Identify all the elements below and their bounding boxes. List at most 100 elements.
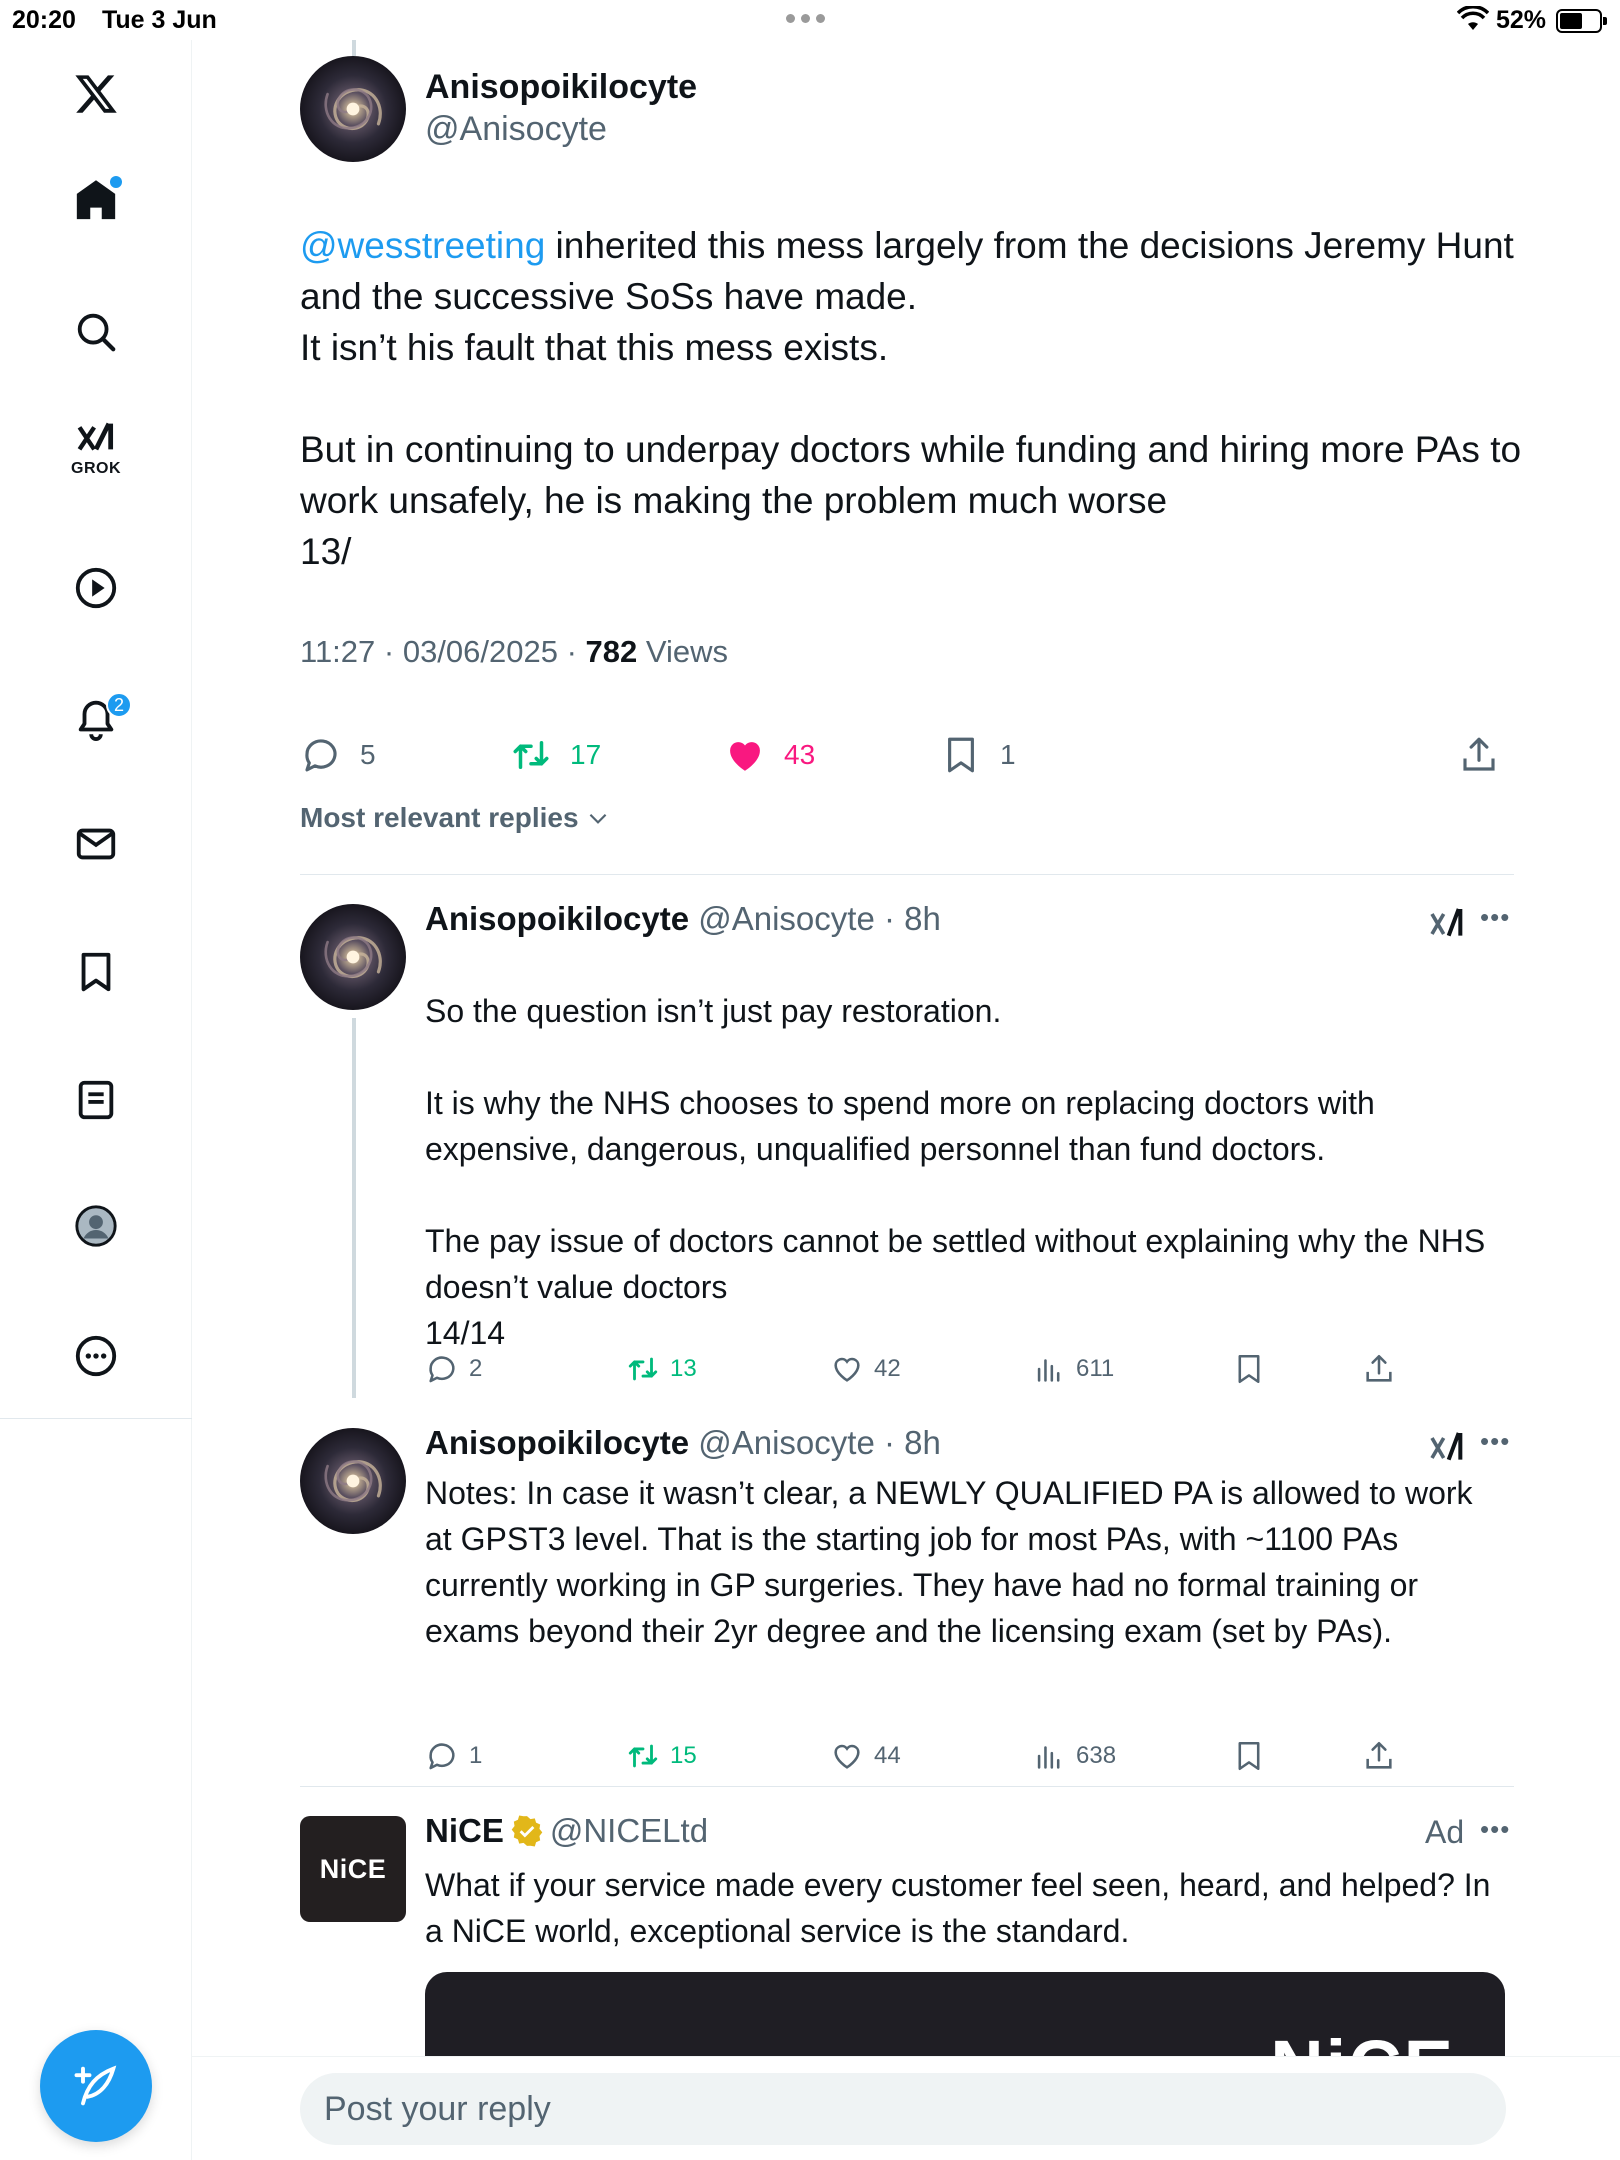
profile-icon	[75, 1205, 117, 1247]
views-count: 638	[1076, 1742, 1117, 1769]
heart-filled-icon	[730, 742, 760, 771]
sidebar-divider	[0, 1418, 192, 1419]
galaxy-image	[324, 1460, 382, 1502]
search-icon	[77, 313, 116, 352]
views-button[interactable]: 611	[1032, 1352, 1114, 1386]
notification-badge: 2	[106, 692, 132, 718]
like-button[interactable]: 43	[724, 734, 815, 776]
status-bar: 20:20 Tue 3 Jun 52%	[0, 0, 1620, 40]
analytics-icon	[1037, 1359, 1060, 1382]
like-count: 43	[784, 739, 816, 770]
share-button[interactable]	[1458, 734, 1518, 776]
grok-icon	[77, 422, 114, 451]
avatar[interactable]	[300, 56, 406, 162]
advertiser-handle[interactable]: @NICELtd	[550, 1812, 708, 1849]
avatar[interactable]	[300, 1428, 406, 1534]
views-label: Views	[637, 634, 729, 669]
more-options-button[interactable]: •••	[1480, 902, 1510, 933]
nav-notifications[interactable]: 2	[66, 688, 132, 748]
verified-badge-icon	[511, 1815, 543, 1847]
heart-icon	[834, 1357, 860, 1382]
repost-count: 17	[570, 739, 602, 770]
grok-icon[interactable]	[1427, 1428, 1467, 1468]
author-handle-time[interactable]: @Anisocyte · 8h	[689, 900, 941, 937]
thread-line	[352, 1018, 356, 1398]
x-logo-icon[interactable]	[66, 64, 126, 124]
reply-bar: Post your reply	[192, 2056, 1620, 2160]
share-button[interactable]	[1362, 1739, 1406, 1773]
chevron-down-icon	[589, 813, 606, 824]
multitasking-dots[interactable]	[786, 14, 825, 23]
nav-explore[interactable]	[66, 302, 126, 362]
tweet-actions: 5 17 43 1	[300, 730, 1510, 780]
like-button[interactable]: 42	[830, 1352, 901, 1386]
like-button[interactable]: 44	[830, 1739, 901, 1773]
advertiser-logo[interactable]: NiCE	[300, 1816, 406, 1922]
reply-button[interactable]: 2	[425, 1352, 482, 1386]
repost-button[interactable]: 17	[510, 734, 601, 776]
advertiser-name[interactable]: NiCE	[425, 1812, 504, 1849]
reply-count: 2	[469, 1355, 483, 1382]
bookmark-button[interactable]	[1232, 1739, 1276, 1773]
tweet-timestamp[interactable]: 11:27 · 03/06/2025 ·	[300, 634, 586, 669]
author-name[interactable]: Anisopoikilocyte	[425, 68, 697, 107]
author-name[interactable]: Anisopoikilocyte	[425, 900, 689, 937]
nav-messages[interactable]	[66, 814, 126, 874]
bookmark-button[interactable]	[1232, 1352, 1276, 1386]
unread-dot	[110, 176, 122, 188]
compose-feather-icon	[74, 2065, 117, 2106]
bookmark-icon	[1238, 1741, 1260, 1771]
sidebar: GROK 2	[0, 40, 192, 2160]
ad-text: What if your service made every customer…	[425, 1867, 1500, 1949]
ad-header: NiCE @NICELtd	[425, 1812, 708, 1850]
reply-button[interactable]: 1	[425, 1739, 482, 1773]
divider	[300, 1786, 1514, 1787]
repost-button[interactable]: 15	[626, 1739, 697, 1773]
reply-input[interactable]: Post your reply	[300, 2073, 1506, 2145]
bookmark-button[interactable]: 1	[940, 734, 1016, 776]
nav-grok[interactable]: GROK	[66, 420, 126, 480]
author-handle-time[interactable]: @Anisocyte · 8h	[689, 1424, 941, 1461]
share-button[interactable]	[1362, 1352, 1406, 1386]
reply-icon	[429, 1743, 455, 1770]
reply-icon	[429, 1356, 455, 1383]
nav-bookmarks[interactable]	[66, 942, 126, 1002]
views-button[interactable]: 638	[1032, 1739, 1116, 1773]
nav-lists[interactable]	[66, 1070, 126, 1130]
author-name[interactable]: Anisopoikilocyte	[425, 1424, 689, 1461]
nav-profile[interactable]	[66, 1196, 126, 1256]
nav-more[interactable]	[66, 1326, 126, 1386]
bookmark-count: 1	[1000, 739, 1016, 770]
repost-button[interactable]: 13	[626, 1352, 697, 1386]
more-options-button[interactable]: •••	[1480, 1426, 1510, 1457]
reply-text: So the question isn’t just pay restorati…	[425, 993, 1486, 1351]
tweet-meta: 11:27 · 03/06/2025 · 782 Views	[300, 634, 728, 670]
battery-icon	[1556, 9, 1607, 33]
grok-label: GROK	[71, 460, 121, 477]
nav-home[interactable]	[66, 170, 126, 230]
thread-line-top	[352, 40, 356, 56]
avatar[interactable]	[300, 904, 406, 1010]
nav-video[interactable]	[66, 558, 126, 618]
reply-button[interactable]: 5	[300, 734, 376, 776]
heart-icon	[834, 1744, 860, 1769]
ad-label: Ad	[1425, 1814, 1465, 1850]
tweet-text-body: inherited this mess largely from the dec…	[300, 225, 1522, 572]
analytics-icon	[1037, 1746, 1060, 1769]
more-circle-icon	[75, 1335, 117, 1377]
grok-icon[interactable]	[1427, 904, 1467, 944]
repost-count: 15	[670, 1742, 697, 1769]
mention-link[interactable]: @wesstreeting	[300, 225, 545, 266]
reply-count: 5	[360, 739, 376, 770]
bookmark-icon	[81, 952, 111, 992]
author-handle[interactable]: @Anisocyte	[425, 110, 607, 149]
repost-icon	[628, 1744, 658, 1768]
reply-header: Anisopoikilocyte @Anisocyte · 8h	[425, 900, 941, 938]
more-options-button[interactable]: •••	[1480, 1814, 1510, 1845]
bookmark-icon	[948, 737, 974, 773]
reply-sort-dropdown[interactable]: Most relevant replies	[300, 802, 611, 834]
compose-post-button[interactable]	[40, 2030, 152, 2142]
tweet-text: @wesstreeting inherited this mess largel…	[300, 220, 1550, 577]
sort-label: Most relevant replies	[300, 802, 579, 833]
galaxy-image	[324, 936, 382, 978]
